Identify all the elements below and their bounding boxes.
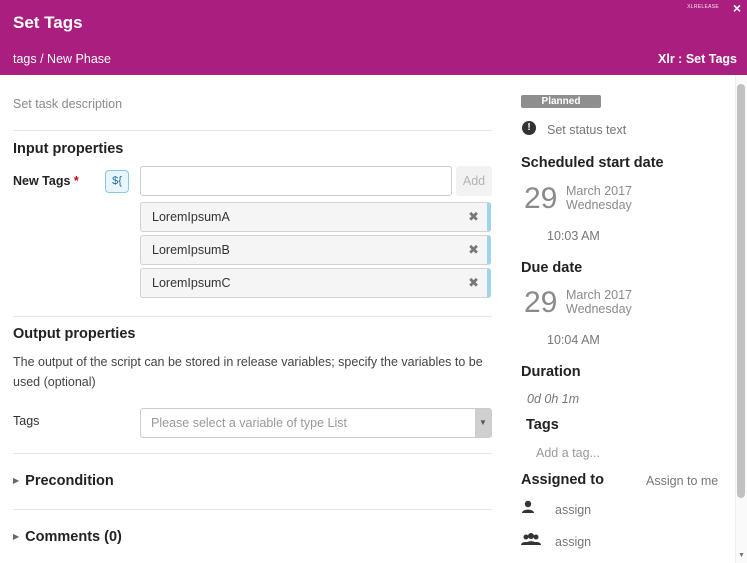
assigned-to-title: Assigned to [521,472,604,488]
scheduled-start-title: Scheduled start date [521,155,664,171]
precondition-toggle[interactable]: ▶ Precondition [13,473,114,489]
xlrelease-logo: XLRELEASE [687,4,719,10]
divider [13,453,492,454]
due-date-time[interactable]: 10:04 AM [547,333,600,347]
input-properties-title: Input properties [13,141,124,157]
team-icon [521,533,541,545]
tag-item: LoremIpsumC ✖ [140,268,491,298]
tags-variable-select[interactable]: Please select a variable of type List ▼ [140,408,492,438]
user-icon [522,500,534,513]
output-properties-title: Output properties [13,326,136,342]
caret-right-icon: ▶ [13,476,20,485]
output-description: The output of the script can be stored i… [13,355,483,389]
tags-output-label: Tags [13,414,40,428]
add-tag-button[interactable]: Add [456,166,492,196]
tag-item-label: LoremIpsumB [152,243,230,257]
variable-toggle-button[interactable]: ${ [105,170,129,193]
task-description-field[interactable]: Set task description [13,97,122,111]
status-badge: Planned [521,95,601,108]
scheduled-start-time[interactable]: 10:03 AM [547,229,600,243]
remove-icon[interactable]: ✖ [468,275,479,291]
caret-right-icon: ▶ [13,532,20,541]
breadcrumb: tags / New Phase [13,52,111,66]
task-type-label: Xlr : Set Tags [658,52,737,66]
new-tags-label: New Tags * [13,174,79,188]
due-date-month: March 2017 [566,288,633,302]
scheduled-start-month: March 2017 [566,184,633,198]
assign-to-me-link[interactable]: Assign to me [646,474,718,488]
comments-label: Comments (0) [25,529,122,545]
due-date-weekday: Wednesday [566,302,632,316]
assign-team-field[interactable]: assign [555,535,591,549]
remove-icon[interactable]: ✖ [468,242,479,258]
divider [13,316,492,317]
tag-item: LoremIpsumA ✖ [140,202,491,232]
scheduled-start-day[interactable]: 29 [524,182,557,216]
exclamation-icon: ! [522,121,536,135]
due-date-day[interactable]: 29 [524,286,557,320]
duration-value[interactable]: 0d 0h 1m [527,392,579,406]
comments-toggle[interactable]: ▶ Comments (0) [13,529,122,545]
select-placeholder: Please select a variable of type List [151,416,347,430]
duration-title: Duration [521,364,581,380]
tag-item: LoremIpsumB ✖ [140,235,491,265]
add-tag-input[interactable]: Add a tag... [536,446,600,460]
required-mark: * [73,174,79,188]
due-date-title: Due date [521,260,583,276]
scroll-down-icon[interactable]: ▼ [738,552,745,559]
divider [13,509,492,510]
remove-icon[interactable]: ✖ [468,209,479,225]
close-icon[interactable]: × [733,0,741,16]
tags-title: Tags [526,417,559,433]
scrollbar-thumb[interactable] [737,84,745,498]
dialog-title: Set Tags [13,13,83,32]
dialog-header: Set Tags XLRELEASE × tags / New Phase Xl… [0,0,747,75]
tag-item-label: LoremIpsumC [152,276,231,290]
chevron-down-icon[interactable]: ▼ [475,409,491,437]
scheduled-start-weekday: Wednesday [566,198,632,212]
status-text-field[interactable]: Set status text [547,123,626,137]
new-tag-input[interactable] [140,166,452,196]
precondition-label: Precondition [25,473,114,489]
assign-user-field[interactable]: assign [555,503,591,517]
tag-item-label: LoremIpsumA [152,210,230,224]
divider [13,130,492,131]
new-tags-label-text: New Tags [13,174,71,188]
